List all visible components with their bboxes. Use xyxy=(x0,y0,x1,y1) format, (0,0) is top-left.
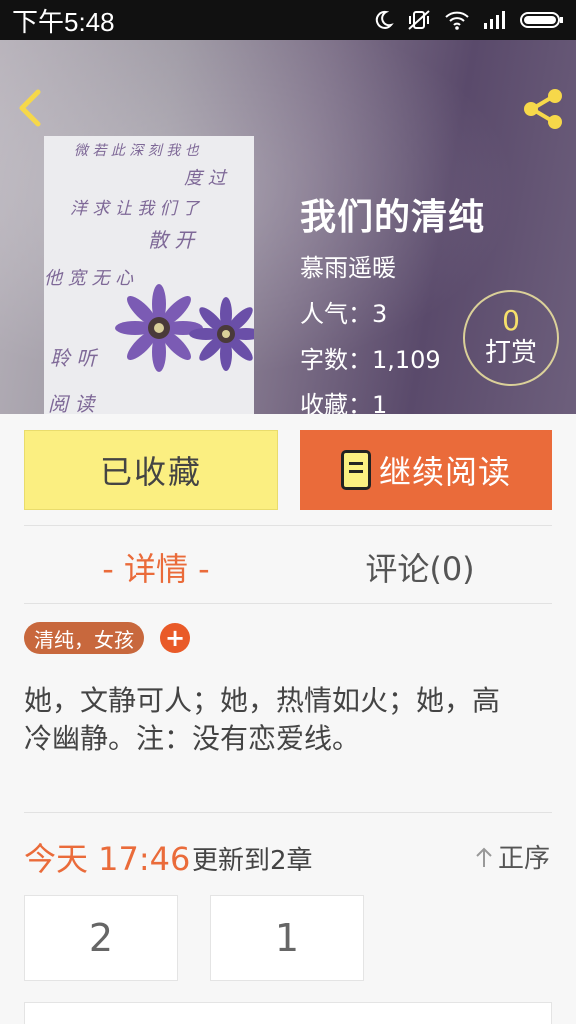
plus-icon: + xyxy=(164,624,186,652)
book-detail-body: 已收藏 继续阅读 - 详情 - 评论(0) 清纯，女孩 + 她，文静可人；她，热… xyxy=(0,414,576,1024)
back-button[interactable] xyxy=(14,86,48,130)
book-summary: 她，文静可人；她，热情如火；她，高冷幽静。注：没有恋爱线。 xyxy=(24,684,501,755)
status-time: 下午5:48 xyxy=(12,6,115,37)
sort-order-toggle[interactable]: 正序 xyxy=(474,838,550,875)
favorited-button[interactable]: 已收藏 xyxy=(24,430,278,510)
divider xyxy=(24,812,552,813)
tab-comments-label: 评论(0) xyxy=(365,550,475,588)
share-icon xyxy=(524,89,562,129)
tab-detail[interactable]: - 详情 - xyxy=(24,542,288,592)
tab-detail-label: - 详情 - xyxy=(102,550,210,588)
favorites-stat: 收藏：1 xyxy=(300,391,388,414)
tag-chip[interactable]: 清纯，女孩 xyxy=(24,622,144,654)
sort-order-label: 正序 xyxy=(498,844,551,874)
chevron-left-icon xyxy=(19,89,41,127)
status-bar: 下午5:48 xyxy=(0,0,576,40)
vibrate-muted-icon xyxy=(408,10,430,30)
book-cover[interactable]: 微 若 此 深 刻 我 也 度 过 洋 求 让 我 们 了 散 开 他 宽 无 … xyxy=(44,136,254,414)
tab-comments[interactable]: 评论(0) xyxy=(288,542,552,592)
continue-reading-button[interactable]: 继续阅读 xyxy=(300,430,552,510)
divider xyxy=(24,525,552,526)
favorited-label: 已收藏 xyxy=(99,453,202,491)
continue-reading-label: 继续阅读 xyxy=(378,453,511,491)
book-author[interactable]: 慕雨遥暖 xyxy=(300,248,396,283)
chapter-number: 1 xyxy=(274,916,300,960)
book-header: 微 若 此 深 刻 我 也 度 过 洋 求 让 我 们 了 散 开 他 宽 无 … xyxy=(0,40,576,414)
update-time: 今天 17:46 xyxy=(24,840,191,878)
share-button[interactable] xyxy=(520,86,566,132)
reward-count: 0 xyxy=(502,304,520,337)
book-title: 我们的清纯 xyxy=(300,197,486,238)
bottom-card xyxy=(24,1002,552,1024)
status-icons xyxy=(372,9,564,31)
wifi-icon xyxy=(445,11,469,30)
chapter-item[interactable]: 1 xyxy=(210,895,364,981)
chapter-item[interactable]: 2 xyxy=(24,895,178,981)
update-chapter: 更新到2章 xyxy=(192,846,313,876)
signal-icon xyxy=(484,11,505,29)
reward-button[interactable]: 0 打赏 xyxy=(463,290,559,386)
divider xyxy=(24,603,552,604)
chapter-number: 2 xyxy=(88,916,114,960)
moon-icon xyxy=(375,10,394,29)
word-count-stat: 字数：1,109 xyxy=(300,346,441,374)
reward-label: 打赏 xyxy=(484,338,537,368)
add-tag-button[interactable]: + xyxy=(160,623,190,653)
tag-label: 清纯，女孩 xyxy=(34,627,134,652)
popularity-stat: 人气：3 xyxy=(300,300,388,328)
book-icon xyxy=(340,450,371,490)
battery-icon xyxy=(520,12,563,28)
purple-daisy-image xyxy=(115,284,254,372)
arrow-up-icon xyxy=(476,847,492,867)
